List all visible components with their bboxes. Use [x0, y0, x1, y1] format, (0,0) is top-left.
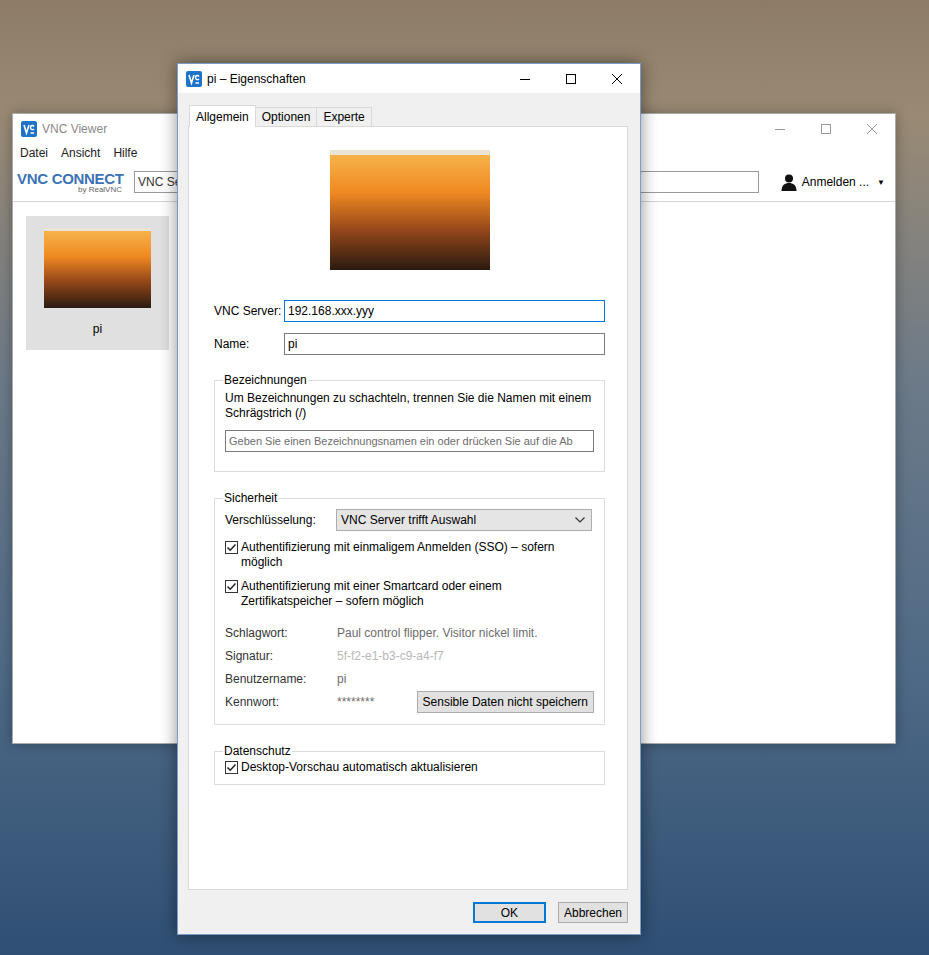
- text-field[interactable]: 192.168.xxx.yyy: [284, 300, 605, 322]
- dialog-button[interactable]: Abbrechen: [558, 902, 628, 923]
- maximize-button[interactable]: [548, 64, 594, 93]
- tab[interactable]: Allgemein: [189, 105, 256, 127]
- group-title: Bezeichnungen: [223, 373, 308, 387]
- vnc-app-icon: [186, 71, 202, 87]
- check-icon: [226, 542, 237, 553]
- info-row: Kennwort: ******** Sensible Daten nicht …: [225, 690, 594, 713]
- close-button[interactable]: [594, 64, 640, 93]
- close-icon: [867, 124, 877, 134]
- desktop-preview: [330, 150, 490, 270]
- close-button[interactable]: [849, 114, 895, 143]
- encryption-dropdown[interactable]: VNC Server trifft Auswahl: [336, 509, 592, 531]
- field-label: Name:: [214, 337, 284, 351]
- field-row: Name: pi: [214, 333, 605, 355]
- connection-tile[interactable]: pi: [26, 216, 169, 350]
- checkbox[interactable]: [225, 580, 238, 593]
- maximize-icon: [566, 74, 576, 84]
- window-title: VNC Viewer: [42, 122, 107, 136]
- text-field[interactable]: pi: [284, 333, 605, 355]
- tab-bar: AllgemeinOptionenExperte: [188, 106, 628, 126]
- checkbox-row[interactable]: Desktop-Vorschau automatisch aktualisier…: [225, 760, 594, 775]
- security-group: Sicherheit Verschlüsselung: VNC Server t…: [214, 498, 605, 725]
- check-icon: [226, 581, 237, 592]
- desktop-preview: [44, 228, 151, 308]
- minimize-button[interactable]: [502, 64, 548, 93]
- user-icon: [780, 173, 798, 191]
- menu-item[interactable]: Datei: [20, 146, 48, 160]
- info-list: Schlagwort: Paul control flipper. Visito…: [225, 621, 594, 713]
- minimize-icon: [520, 74, 530, 84]
- tab-panel: VNC Server: 192.168.xxx.yyy Name: pi Beze…: [188, 126, 628, 890]
- close-icon: [612, 74, 622, 84]
- maximize-icon: [821, 124, 831, 134]
- labels-group: Bezeichnungen Um Bezeichnungen zu schach…: [214, 380, 605, 472]
- dialog-buttons: OK Abbrechen: [188, 902, 628, 923]
- window-title: pi – Eigenschaften: [207, 72, 306, 86]
- maximize-button[interactable]: [803, 114, 849, 143]
- chevron-down-icon: [575, 517, 585, 523]
- realvnc-logo: VNC CONNECT by RealVNC: [17, 171, 134, 194]
- label-field[interactable]: Geben Sie einen Bezeichnungsnamen ein od…: [225, 430, 594, 452]
- group-title: Datenschutz: [223, 744, 292, 758]
- minimize-button[interactable]: [757, 114, 803, 143]
- check-icon: [226, 762, 237, 773]
- tab[interactable]: Experte: [316, 107, 371, 126]
- properties-dialog: pi – Eigenschaften AllgemeinOptionenExpe…: [177, 63, 641, 935]
- hint-text: Um Bezeichnungen zu schachteln, trennen …: [225, 391, 594, 421]
- group-title: Sicherheit: [223, 491, 278, 505]
- checkbox-row[interactable]: Authentifizierung mit einer Smartcard od…: [225, 579, 594, 609]
- checkbox-row[interactable]: Authentifizierung mit einmaligem Anmelde…: [225, 540, 594, 570]
- privacy-group: Datenschutz Desktop-Vorschau automatisch…: [214, 751, 605, 785]
- desktop: VNC Viewer Datei Ansicht Hilfe VNC CONNECT…: [0, 0, 929, 955]
- minimize-icon: [775, 124, 785, 134]
- menu-item[interactable]: Hilfe: [113, 146, 137, 160]
- title-bar: pi – Eigenschaften: [178, 64, 640, 93]
- info-row: Signatur: 5f-f2-e1-b3-c9-a4-f7: [225, 644, 594, 667]
- caption-buttons: [757, 114, 895, 143]
- dialog-button[interactable]: OK: [473, 902, 546, 923]
- caption-buttons: [502, 64, 640, 93]
- menu-item[interactable]: Ansicht: [61, 146, 100, 160]
- encryption-row: Verschlüsselung: VNC Server trifft Auswa…: [225, 509, 594, 531]
- field-row: VNC Server: 192.168.xxx.yyy: [214, 300, 605, 322]
- checkbox[interactable]: [225, 761, 238, 774]
- field-label: VNC Server:: [214, 304, 284, 318]
- info-row: Benutzername: pi: [225, 667, 594, 690]
- checkbox[interactable]: [225, 541, 238, 554]
- vnc-app-icon: [21, 121, 37, 137]
- info-row: Schlagwort: Paul control flipper. Visito…: [225, 621, 594, 644]
- tab[interactable]: Optionen: [255, 107, 318, 126]
- forget-data-button[interactable]: Sensible Daten nicht speichern: [417, 691, 594, 713]
- sign-in-button[interactable]: Anmelden ... ▼: [776, 173, 889, 191]
